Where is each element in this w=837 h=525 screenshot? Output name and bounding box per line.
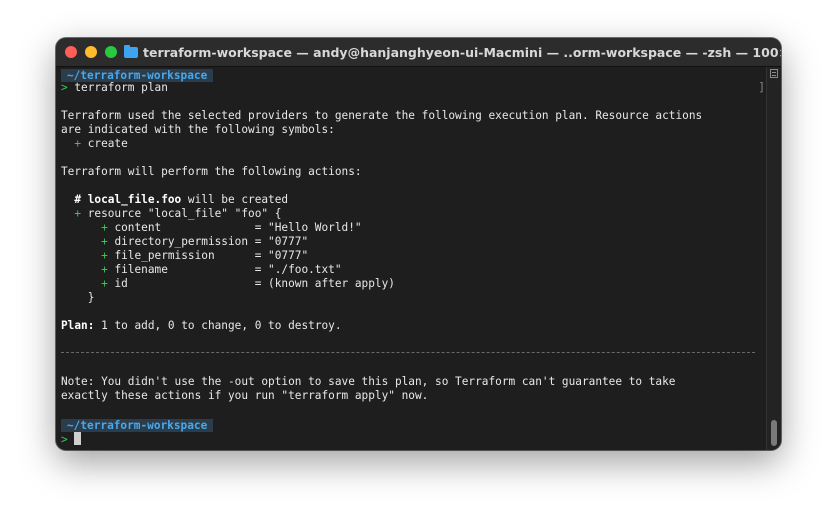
prompt-directory: ~/terraform-workspace — [61, 419, 214, 432]
attribute-text: content = "Hello World!" — [114, 221, 362, 234]
command-text: terraform plan — [67, 81, 168, 94]
vertical-scrollbar[interactable] — [766, 67, 781, 450]
command-line: > terraform plan — [61, 81, 168, 95]
output-line: Terraform used the selected providers to… — [61, 109, 703, 122]
window-title: terraform-workspace — andy@hanjanghyeon-… — [143, 44, 781, 60]
output-line: + create — [61, 137, 128, 151]
terminal-output[interactable]: ~/terraform-workspace > terraform plan ]… — [56, 67, 767, 450]
attribute-line: + file_permission = "0777" — [61, 249, 308, 263]
prompt-symbol: > — [61, 433, 75, 446]
close-window-button[interactable] — [65, 46, 77, 58]
terminal-window: terraform-workspace — andy@hanjanghyeon-… — [56, 38, 781, 450]
plan-summary-line: Plan: 1 to add, 0 to change, 0 to destro… — [61, 319, 342, 333]
text-cursor — [74, 432, 82, 445]
plan-label: Plan: — [61, 319, 95, 332]
attribute-text: file_permission = "0777" — [114, 249, 309, 262]
comment-hash: # — [61, 193, 88, 206]
create-symbol: + — [61, 207, 88, 220]
attribute-line: + content = "Hello World!" — [61, 221, 362, 235]
create-symbol: + — [61, 277, 115, 290]
plan-summary-text: 1 to add, 0 to change, 0 to destroy. — [94, 319, 342, 332]
create-symbol: + — [61, 263, 115, 276]
resource-block-line: + resource "local_file" "foo" { — [61, 207, 281, 221]
mark-bracket: ] — [758, 81, 765, 94]
output-line: Terraform will perform the following act… — [61, 165, 362, 178]
prompt-symbol: > — [61, 81, 68, 94]
create-symbol: + — [61, 249, 115, 262]
note-line: exactly these actions if you run "terraf… — [61, 389, 429, 402]
minimize-window-button[interactable] — [85, 46, 97, 58]
create-symbol: + — [61, 235, 115, 248]
title-bar[interactable]: terraform-workspace — andy@hanjanghyeon-… — [56, 38, 781, 67]
create-symbol: + — [61, 137, 88, 150]
window-title-group: terraform-workspace — andy@hanjanghyeon-… — [124, 38, 781, 66]
output-text: will be created — [181, 193, 289, 206]
attribute-text: filename = "./foo.txt" — [114, 263, 342, 276]
zoom-window-button[interactable] — [105, 46, 117, 58]
output-line: are indicated with the following symbols… — [61, 123, 335, 136]
attribute-line: + id = (known after apply) — [61, 277, 395, 291]
resource-comment-line: # local_file.foo will be created — [61, 193, 288, 207]
resource-address: local_file.foo — [87, 193, 182, 206]
closing-brace: } — [61, 291, 95, 304]
attribute-line: + directory_permission = "0777" — [61, 235, 308, 249]
attribute-text: id = (known after apply) — [114, 277, 395, 290]
current-prompt-line[interactable]: > — [61, 432, 82, 446]
folder-icon — [124, 44, 138, 58]
attribute-text: directory_permission = "0777" — [114, 235, 309, 248]
note-line: Note: You didn't use the -out option to … — [61, 375, 676, 388]
separator-line — [61, 352, 755, 353]
attribute-line: + filename = "./foo.txt" — [61, 263, 342, 277]
output-text: resource "local_file" "foo" { — [87, 207, 282, 220]
output-text: create — [87, 137, 128, 150]
scrollbar-thumb[interactable] — [771, 420, 777, 446]
create-symbol: + — [61, 221, 115, 234]
marks-menu-icon[interactable] — [770, 69, 778, 78]
